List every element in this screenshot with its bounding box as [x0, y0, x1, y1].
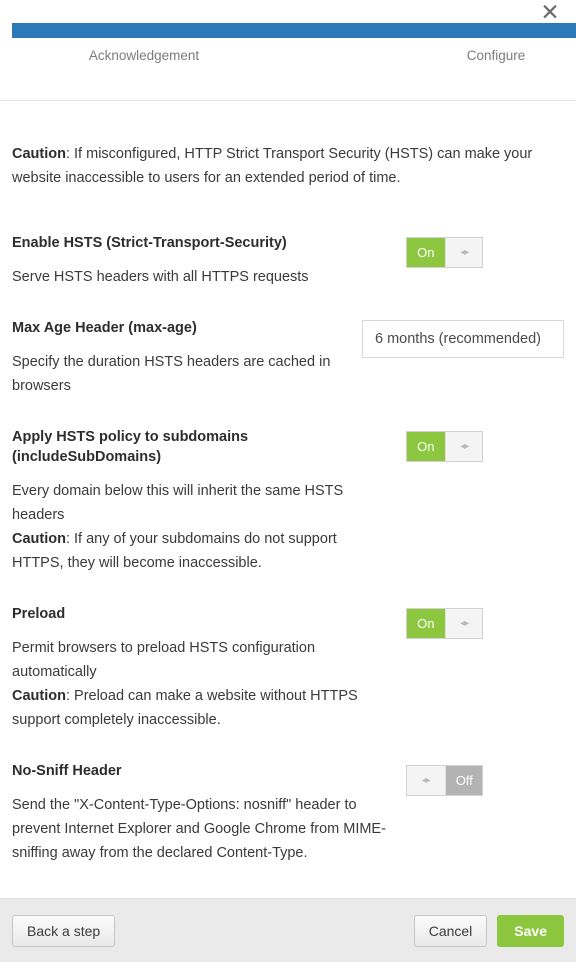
toggle-state-label: On: [407, 609, 445, 638]
caution-text: : If misconfigured, HTTP Strict Transpor…: [12, 145, 533, 186]
modal-footer: Back a step Cancel Save: [0, 898, 576, 962]
back-a-step-button[interactable]: Back a step: [12, 914, 116, 947]
save-button[interactable]: Save: [497, 914, 564, 947]
toggle-state-label: On: [407, 432, 445, 461]
toggle-preload[interactable]: On ◂▸: [406, 608, 483, 639]
setting-max-age: Max Age Header (max-age) Specify the dur…: [12, 289, 564, 398]
setting-description: Every domain below this will inherit the…: [12, 479, 392, 575]
footer-actions: Cancel Save: [413, 914, 564, 947]
wizard-step-label: Configure: [466, 48, 526, 63]
setting-title: No-Sniff Header: [12, 763, 122, 779]
modal-body: Caution: If misconfigured, HTTP Strict T…: [0, 101, 576, 898]
setting-title: Preload: [12, 606, 66, 622]
caution-label: Caution: [12, 145, 66, 162]
setting-title: Max Age Header (max-age): [12, 320, 197, 336]
setting-control: ◂▸ Off: [406, 761, 483, 796]
setting-texts: Apply HSTS policy to subdomains (include…: [12, 427, 406, 575]
setting-enable-hsts: Enable HSTS (Strict-Transport-Security) …: [12, 204, 564, 289]
setting-texts: Preload Permit browsers to preload HSTS …: [12, 604, 406, 732]
caution-intro: Caution: If misconfigured, HTTP Strict T…: [12, 116, 564, 190]
toggle-include-subdomains[interactable]: On ◂▸: [406, 431, 483, 462]
hsts-configure-modal: ✕ Acknowledgement Configure Caution: If …: [0, 0, 576, 962]
left-right-arrow-icon: ◂▸: [444, 238, 482, 267]
cancel-button[interactable]: Cancel: [413, 914, 488, 947]
modal-header: ✕ Acknowledgement Configure: [0, 0, 576, 101]
setting-control: On ◂▸: [406, 233, 483, 268]
setting-description: Serve HSTS headers with all HTTPS reques…: [12, 269, 309, 285]
toggle-state-label: On: [407, 238, 445, 267]
close-icon[interactable]: ✕: [533, 0, 567, 24]
setting-texts: No-Sniff Header Send the "X-Content-Type…: [12, 761, 406, 865]
setting-description: Specify the duration HSTS headers are ca…: [12, 354, 331, 394]
setting-description-text: Permit browsers to preload HSTS configur…: [12, 640, 316, 680]
left-right-arrow-icon: ◂▸: [407, 766, 446, 795]
setting-control: On ◂▸: [406, 604, 483, 639]
setting-description: Permit browsers to preload HSTS configur…: [12, 636, 392, 732]
setting-description-text: Every domain below this will inherit the…: [12, 483, 344, 523]
wizard-step-label: Acknowledgement: [88, 48, 200, 63]
caution-label: Caution: [12, 531, 66, 547]
setting-texts: Max Age Header (max-age) Specify the dur…: [12, 318, 362, 398]
wizard-step-configure[interactable]: Configure: [352, 44, 576, 68]
wizard-progress-fill: [12, 23, 576, 38]
left-right-arrow-icon: ◂▸: [444, 609, 482, 638]
setting-control: 6 months (recommended): [362, 318, 564, 358]
toggle-no-sniff-header[interactable]: ◂▸ Off: [406, 765, 483, 796]
caution-label: Caution: [12, 688, 66, 704]
setting-no-sniff-header: No-Sniff Header Send the "X-Content-Type…: [12, 732, 564, 865]
left-right-arrow-icon: ◂▸: [444, 432, 482, 461]
toggle-state-label: Off: [445, 766, 482, 795]
setting-preload: Preload Permit browsers to preload HSTS …: [12, 575, 564, 732]
setting-include-subdomains: Apply HSTS policy to subdomains (include…: [12, 398, 564, 575]
max-age-select-value: 6 months (recommended): [375, 331, 542, 347]
wizard-steps: Acknowledgement Configure: [0, 44, 576, 68]
wizard-progress-bar: [12, 23, 576, 38]
setting-title: Apply HSTS policy to subdomains (include…: [12, 429, 249, 465]
setting-control: On ◂▸: [406, 427, 483, 462]
setting-texts: Enable HSTS (Strict-Transport-Security) …: [12, 233, 406, 289]
max-age-select[interactable]: 6 months (recommended): [362, 320, 564, 358]
wizard-step-acknowledgement[interactable]: Acknowledgement: [0, 44, 352, 68]
setting-title: Enable HSTS (Strict-Transport-Security): [12, 235, 287, 251]
setting-description: Send the "X-Content-Type-Options: nosnif…: [12, 797, 386, 861]
toggle-enable-hsts[interactable]: On ◂▸: [406, 237, 483, 268]
